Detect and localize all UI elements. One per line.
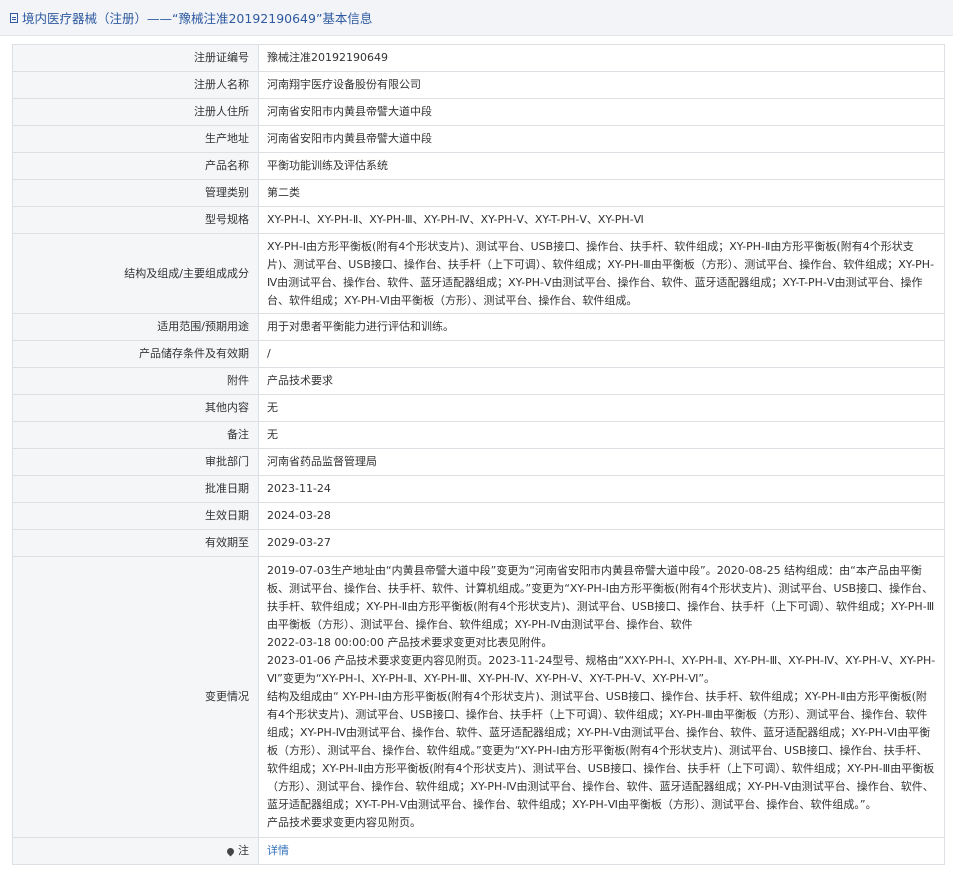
table-row: 产品名称 平衡功能训练及评估系统	[12, 152, 945, 180]
change-line: 2022-03-18 00:00:00 产品技术要求变更对比表见附件。	[267, 636, 553, 649]
row-label: 附件	[12, 367, 259, 395]
table-row: 附件 产品技术要求	[12, 367, 945, 395]
row-label: 生效日期	[12, 502, 259, 530]
row-value: 第二类	[258, 179, 945, 207]
row-label: 批准日期	[12, 475, 259, 503]
note-label-cell: 注	[12, 837, 259, 865]
row-label: 注册人住所	[12, 98, 259, 126]
row-label: 注册人名称	[12, 71, 259, 99]
table-row: 管理类别 第二类	[12, 179, 945, 207]
row-value: 2029-03-27	[258, 529, 945, 557]
table-row: 备注无	[12, 421, 945, 449]
row-label: 管理类别	[12, 179, 259, 207]
table-row: 注册人名称 河南翔宇医疗设备股份有限公司	[12, 71, 945, 99]
row-label: 产品储存条件及有效期	[12, 340, 259, 368]
row-value: XY-PH-Ⅰ由方形平衡板(附有4个形状支片)、测试平台、USB接口、操作台、扶…	[258, 233, 945, 314]
change-line: 2023-01-06 产品技术要求变更内容见附页。2023-11-24型号、规格…	[267, 654, 936, 685]
row-label: 适用范围/预期用途	[12, 313, 259, 341]
table-row: 生效日期 2024-03-28	[12, 502, 945, 530]
row-value: 河南省安阳市内黄县帝譬大道中段	[258, 98, 945, 126]
row-value: /	[258, 340, 945, 368]
row-label: 备注	[12, 421, 259, 449]
row-value: 产品技术要求	[258, 367, 945, 395]
table-row: 批准日期 2023-11-24	[12, 475, 945, 503]
row-value: 2023-11-24	[258, 475, 945, 503]
row-label: 结构及组成/主要组成成分	[12, 233, 259, 314]
table-row: 注册人住所 河南省安阳市内黄县帝譬大道中段	[12, 98, 945, 126]
row-value: 2024-03-28	[258, 502, 945, 530]
table-row: 结构及组成/主要组成成分 XY-PH-Ⅰ由方形平衡板(附有4个形状支片)、测试平台…	[12, 233, 945, 314]
row-value: 用于对患者平衡能力进行评估和训练。	[258, 313, 945, 341]
table-row: 生产地址 河南省安阳市内黄县帝譬大道中段	[12, 125, 945, 153]
table-row: 注册证编号 豫械注准20192190649	[12, 44, 945, 72]
change-line: 产品技术要求变更内容见附页。	[267, 816, 421, 829]
row-label: 审批部门	[12, 448, 259, 476]
row-value: 无	[258, 394, 945, 422]
row-value: 河南省安阳市内黄县帝譬大道中段	[258, 125, 945, 153]
change-line: 结构及组成由“ XY-PH-Ⅰ由方形平衡板(附有4个形状支片)、测试平台、USB…	[267, 690, 935, 811]
row-value: 河南翔宇医疗设备股份有限公司	[258, 71, 945, 99]
table-row: 型号规格 XY-PH-Ⅰ、XY-PH-Ⅱ、XY-PH-Ⅲ、XY-PH-Ⅳ、XY-P…	[12, 206, 945, 234]
note-label: 注	[238, 844, 249, 857]
row-label: 型号规格	[12, 206, 259, 234]
row-label: 产品名称	[12, 152, 259, 180]
page-title-text: 境内医疗器械（注册）——“豫械注准20192190649”基本信息	[22, 11, 373, 26]
row-label: 注册证编号	[12, 44, 259, 72]
row-value: 河南省药品监督管理局	[258, 448, 945, 476]
row-value: 无	[258, 421, 945, 449]
row-value: 平衡功能训练及评估系统	[258, 152, 945, 180]
table-row: 审批部门 河南省药品监督管理局	[12, 448, 945, 476]
location-pin-icon	[225, 846, 236, 856]
table-row-note: 注 详情	[12, 837, 945, 865]
details-link[interactable]: 详情	[267, 844, 289, 857]
row-value: XY-PH-Ⅰ、XY-PH-Ⅱ、XY-PH-Ⅲ、XY-PH-Ⅳ、XY-PH-Ⅴ、…	[258, 206, 945, 234]
changes-label: 变更情况	[12, 556, 259, 838]
note-value: 详情	[258, 837, 945, 865]
row-value: 豫械注准20192190649	[258, 44, 945, 72]
row-label: 有效期至	[12, 529, 259, 557]
table-row-changes: 变更情况 2019-07-03生产地址由“内黄县帝譬大道中段”变更为“河南省安阳…	[12, 556, 945, 838]
info-table: 注册证编号 豫械注准20192190649 注册人名称 河南翔宇医疗设备股份有限公司…	[12, 44, 945, 865]
table-row: 适用范围/预期用途 用于对患者平衡能力进行评估和训练。	[12, 313, 945, 341]
table-row: 产品储存条件及有效期 /	[12, 340, 945, 368]
document-icon	[10, 12, 18, 23]
row-label: 生产地址	[12, 125, 259, 153]
changes-value: 2019-07-03生产地址由“内黄县帝譬大道中段”变更为“河南省安阳市内黄县帝…	[258, 556, 945, 838]
table-row: 其他内容无	[12, 394, 945, 422]
change-line: 2019-07-03生产地址由“内黄县帝譬大道中段”变更为“河南省安阳市内黄县帝…	[267, 564, 935, 631]
row-label: 其他内容	[12, 394, 259, 422]
page-title: 境内医疗器械（注册）——“豫械注准20192190649”基本信息	[0, 0, 953, 36]
table-row: 有效期至 2029-03-27	[12, 529, 945, 557]
